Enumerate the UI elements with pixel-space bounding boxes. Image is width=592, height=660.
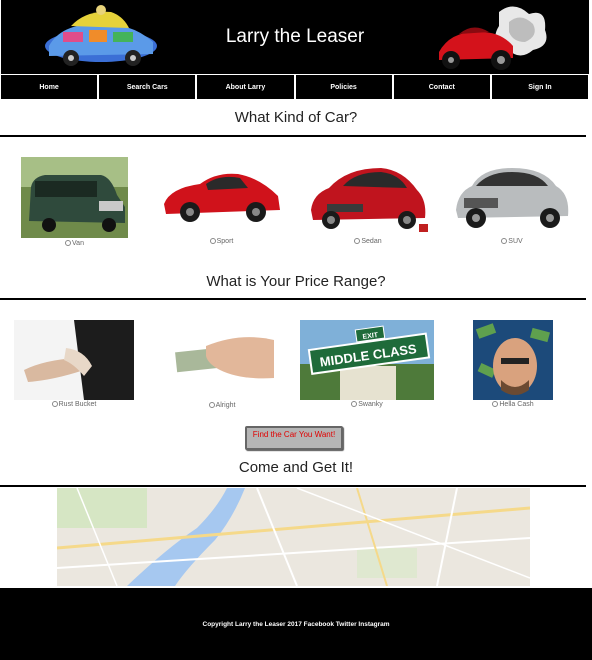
price-card-alright[interactable]: Alright bbox=[170, 330, 274, 409]
find-car-button[interactable]: Find the Car You Want! bbox=[245, 426, 343, 450]
hella-cash-label: Hella Cash bbox=[499, 401, 534, 408]
sport-car-image[interactable] bbox=[160, 160, 283, 226]
car-card-sedan[interactable]: Sedan bbox=[307, 160, 429, 245]
sedan-image[interactable] bbox=[307, 160, 429, 234]
site-footer: Copyright Larry the Leaser 2017 Facebook… bbox=[0, 588, 592, 660]
empty-pockets-image[interactable] bbox=[14, 320, 134, 400]
nav-policies[interactable]: Policies bbox=[294, 75, 393, 100]
nav-contact[interactable]: Contact bbox=[392, 75, 491, 100]
nav-search-cars[interactable]: Search Cars bbox=[98, 75, 197, 100]
main-nav: Home Search Cars About Larry Policies Co… bbox=[1, 75, 590, 100]
nav-home[interactable]: Home bbox=[1, 75, 99, 100]
car-card-van[interactable]: Van bbox=[21, 157, 128, 247]
price-card-rust-bucket[interactable]: Rust Bucket bbox=[14, 320, 134, 408]
divider bbox=[0, 135, 586, 137]
price-section-title: What is Your Price Range? bbox=[206, 273, 386, 290]
divider bbox=[0, 485, 586, 487]
swanky-label: Swanky bbox=[358, 401, 383, 408]
hella-cash-image[interactable] bbox=[473, 320, 553, 400]
price-card-swanky[interactable]: EXIT MIDDLE CLASS Swanky bbox=[300, 320, 434, 408]
sedan-label: Sedan bbox=[361, 238, 382, 245]
nav-about-larry[interactable]: About Larry bbox=[196, 75, 295, 100]
suv-label: SUV bbox=[508, 238, 523, 245]
suv-image[interactable] bbox=[452, 160, 572, 230]
car-card-sport[interactable]: Sport bbox=[160, 160, 283, 245]
divider bbox=[0, 298, 586, 300]
middle-class-sign-image[interactable]: EXIT MIDDLE CLASS bbox=[300, 320, 434, 400]
sport-label: Sport bbox=[216, 238, 234, 245]
nav-sign-in[interactable]: Sign In bbox=[490, 75, 590, 100]
rust-bucket-label: Rust Bucket bbox=[58, 401, 97, 408]
price-card-hella-cash[interactable]: Hella Cash bbox=[473, 320, 553, 408]
van-label: Van bbox=[72, 240, 84, 247]
alright-label: Alright bbox=[215, 402, 236, 409]
car-card-suv[interactable]: SUV bbox=[452, 160, 572, 245]
site-header: Larry the Leaser bbox=[1, 0, 589, 74]
van-image[interactable] bbox=[21, 157, 128, 238]
footer-text: Copyright Larry the Leaser 2017 Facebook… bbox=[202, 621, 390, 628]
car-section-title: What Kind of Car? bbox=[234, 109, 358, 126]
hot-rod-logo bbox=[439, 6, 547, 70]
location-map[interactable] bbox=[57, 488, 530, 586]
map-section-title: Come and Get It! bbox=[238, 459, 354, 476]
dollar-bill-image[interactable] bbox=[170, 330, 274, 382]
